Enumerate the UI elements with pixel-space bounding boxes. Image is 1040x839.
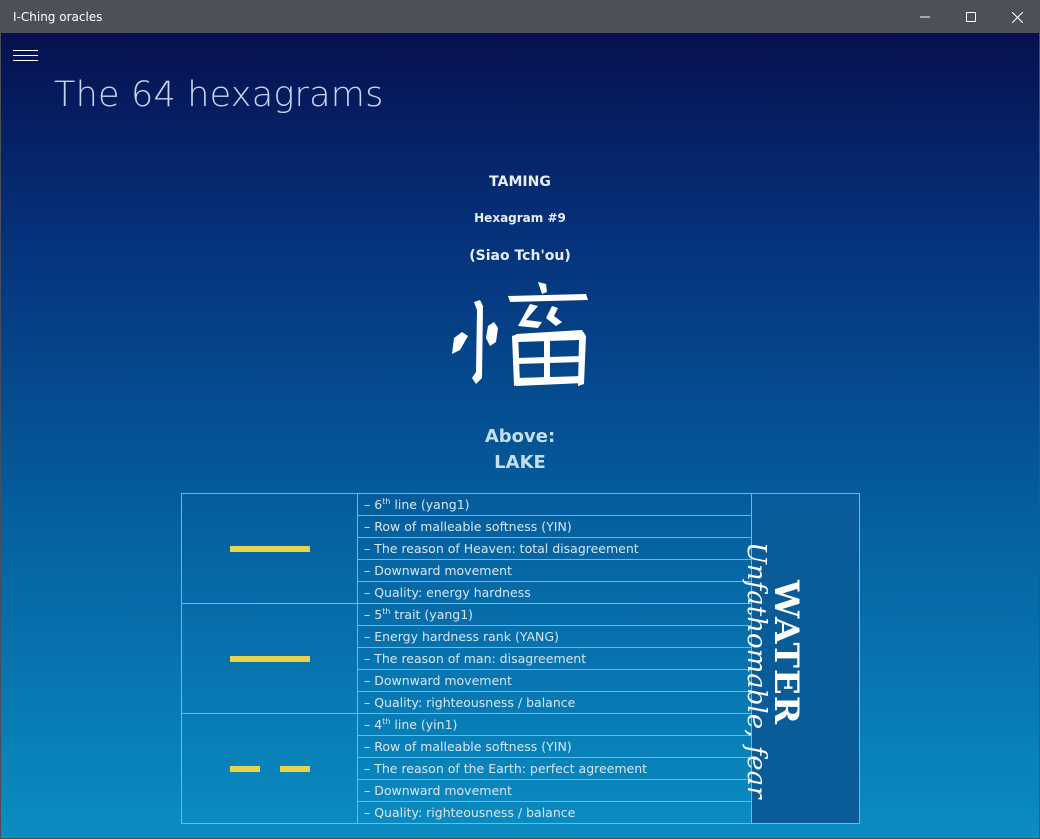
page-title: The 64 hexagrams (54, 75, 384, 115)
hexagram-lines-table: – 6th line (yang1) WATER Unfathomable, f… (181, 493, 860, 824)
line-description: – Downward movement (357, 779, 752, 802)
hexagram-line-4 (181, 713, 358, 824)
above-value: LAKE (494, 452, 546, 473)
line-description: – Downward movement (357, 559, 752, 582)
hexagram-romanization: (Siao Tch'ou) (469, 248, 571, 264)
close-icon (1011, 11, 1023, 23)
table-row: – 6th line (yang1) WATER Unfathomable, f… (181, 493, 860, 824)
hexagram-number: Hexagram #9 (474, 211, 566, 225)
line-description: – Downward movement (357, 669, 752, 692)
line-description: – Quality: righteousness / balance (357, 691, 752, 714)
calligraphy-image (452, 282, 588, 386)
hamburger-menu-icon[interactable] (13, 50, 38, 64)
yin-line-bar-right (280, 765, 310, 772)
hexagram-line-6 (181, 493, 358, 604)
window-title: I-Ching oracles (13, 10, 103, 24)
above-label: Above: (484, 426, 556, 447)
line-description: – Quality: energy hardness (357, 581, 752, 604)
maximize-icon (966, 12, 976, 22)
line-description: – 4th line (yin1) (357, 713, 752, 736)
line-description: – Quality: righteousness / balance (357, 801, 752, 824)
line-description: – 5th trait (yang1) (357, 603, 752, 626)
minimize-icon (920, 16, 930, 18)
app-window: I-Ching oracles The 64 hexagrams TAMING … (0, 0, 1040, 839)
line-description: – Energy hardness rank (YANG) (357, 625, 752, 648)
line-description: – Row of malleable softness (YIN) (357, 735, 752, 758)
maximize-button[interactable] (948, 1, 994, 33)
yang-line-bar (230, 545, 310, 552)
line-description: – Row of malleable softness (YIN) (357, 515, 752, 538)
trigram-panel: WATER Unfathomable, fear (741, 493, 860, 824)
trigram-name: WATER (766, 580, 806, 726)
line-description: – The reason of the Earth: perfect agree… (357, 757, 752, 780)
minimize-button[interactable] (902, 1, 948, 33)
main-content: The 64 hexagrams TAMING Hexagram #9 (Sia… (1, 33, 1039, 838)
line-description: – The reason of man: disagreement (357, 647, 752, 670)
hexagram-name: TAMING (489, 174, 551, 190)
close-button[interactable] (994, 1, 1039, 33)
hexagram-line-5 (181, 603, 358, 714)
line-description: – 6th line (yang1) (357, 493, 752, 516)
title-bar[interactable]: I-Ching oracles (1, 1, 1039, 33)
yin-line-bar-left (230, 765, 260, 772)
line-description: – The reason of Heaven: total disagreeme… (357, 537, 752, 560)
trigram-description: Unfathomable, fear (741, 542, 771, 799)
yang-line-bar (230, 655, 310, 662)
